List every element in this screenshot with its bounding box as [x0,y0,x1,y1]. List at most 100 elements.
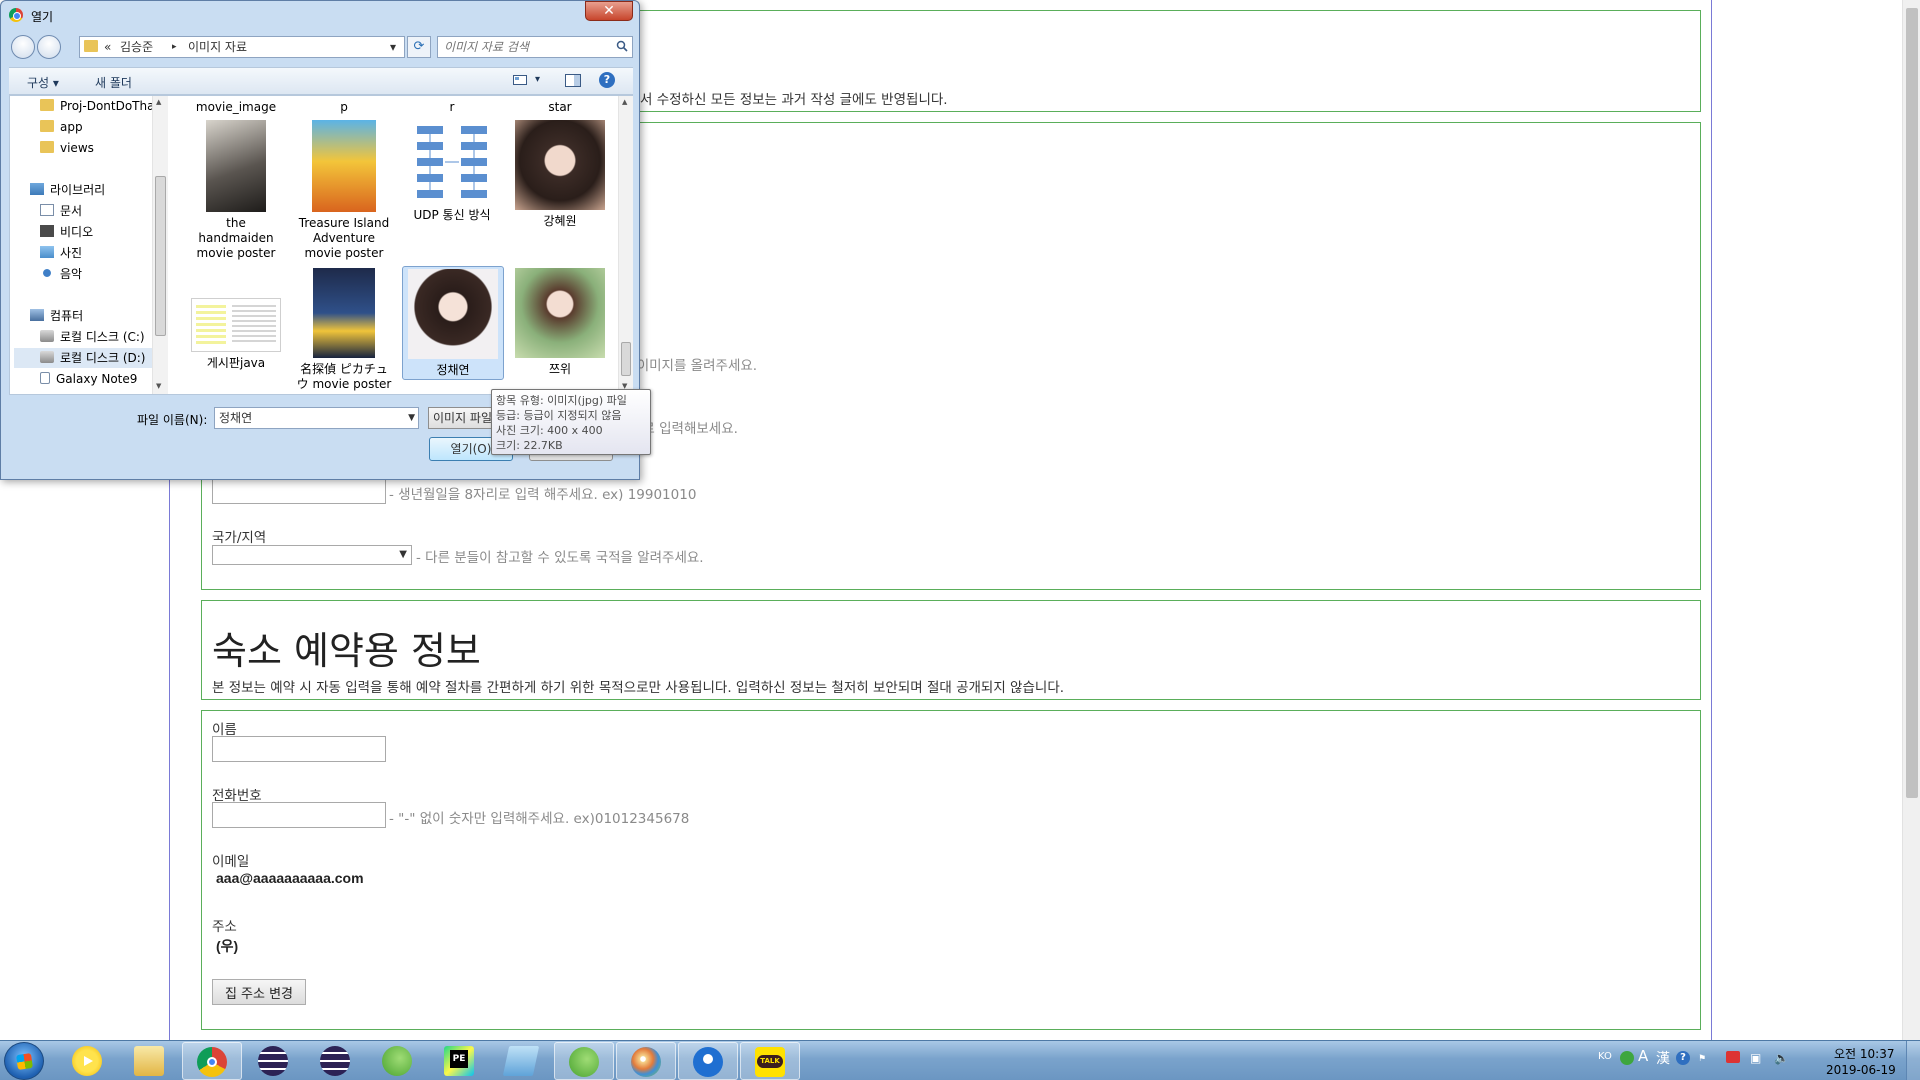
start-button[interactable] [4,1042,44,1080]
file-name-label: 파일 이름(N): [137,413,208,427]
scroll-up-arrow-icon[interactable]: ▲ [622,98,627,106]
dialog-body: Proj-DontDoTha app views 라이브러리 문서 비디오 사진… [9,95,633,395]
paint-icon[interactable] [616,1042,676,1080]
file-item[interactable]: the handmaiden movie poster [188,120,284,261]
kakaotalk-icon[interactable]: TALK [740,1042,800,1080]
page-scrollbar[interactable] [1902,0,1920,1040]
tree-item-proj[interactable]: Proj-DontDoTha [40,96,154,116]
search-input[interactable] [444,37,614,57]
pycharm-icon[interactable]: PE [430,1042,490,1080]
ime-a-icon[interactable]: A [1638,1047,1648,1065]
file-item[interactable]: 게시판java [188,268,284,371]
scroll-down-arrow-icon[interactable]: ▼ [156,382,161,390]
scroll-up-arrow-icon[interactable]: ▲ [156,98,161,106]
folder-icon [40,120,54,132]
file-item-selected[interactable]: 정채연 [402,266,504,380]
new-folder-button[interactable]: 새 폴더 [95,74,132,91]
image-thumbnail [515,120,605,210]
input-method-icon[interactable] [1620,1051,1634,1065]
back-button[interactable] [11,35,35,59]
dialog-titlebar[interactable]: 열기 ✕ [1,1,639,29]
view-options-icon[interactable] [513,74,527,89]
photo-hint: 는 이미지를 올려주세요. [620,358,758,374]
volume-icon[interactable]: 🔈 [1774,1051,1789,1065]
scrollbar-thumb[interactable] [155,176,166,336]
chevron-down-icon[interactable]: ▼ [408,408,415,428]
name-input[interactable] [212,736,386,762]
image-thumbnail [206,120,266,212]
chevron-down-icon[interactable]: ⚑ [1698,1054,1706,1064]
breadcrumb-segment[interactable]: 이미지 자료 [188,37,247,57]
document-icon [40,204,54,216]
file-item[interactable]: 名探偵 ピカチュウ movie poster [296,268,392,392]
eclipse-icon[interactable] [244,1042,304,1080]
tree-item-videos[interactable]: 비디오 [40,222,93,242]
picture-icon [40,246,54,258]
folder-item-r[interactable]: r [404,100,500,115]
tree-item-libraries[interactable]: 라이브러리 [30,180,105,200]
action-center-icon[interactable] [1726,1051,1740,1063]
tree-item-app[interactable]: app [40,117,83,137]
refresh-icon[interactable]: ⟳ [407,36,431,58]
spring-tool-suite-icon[interactable] [368,1042,428,1080]
preview-pane-icon[interactable] [565,74,581,90]
library-icon [30,183,44,195]
notepad-icon[interactable] [492,1042,552,1080]
eclipse-2-icon[interactable] [306,1042,366,1080]
folder-item-p[interactable]: p [296,100,392,115]
file-explorer-icon[interactable] [120,1042,180,1080]
tree-item-computer[interactable]: 컴퓨터 [30,306,83,326]
search-icon[interactable] [616,40,628,52]
clock-date[interactable]: 2019-06-19 [1826,1063,1896,1077]
spring-tool-suite-2-icon[interactable] [554,1042,614,1080]
birthdate-input[interactable] [212,478,386,504]
tree-scrollbar[interactable]: ▲ ▼ [152,96,168,394]
organize-menu[interactable]: 구성 ▾ [27,74,59,91]
tree-item-music[interactable]: 음악 [40,264,82,284]
file-name-input[interactable]: 정채연 ▼ [214,407,419,429]
address-chevron[interactable]: « [104,37,111,57]
help-icon[interactable]: ? [1676,1051,1690,1065]
file-item[interactable]: UDP 통신 방식 [404,120,500,223]
file-item[interactable]: Treasure Island Adventure movie poster [296,120,392,261]
tree-item-galaxy-note9[interactable]: Galaxy Note9 [40,369,137,389]
change-address-button[interactable]: 집 주소 변경 [212,979,306,1005]
file-grid-scrollbar[interactable]: ▲ ▼ [618,96,633,394]
address-dropdown-icon[interactable]: ▾ [390,37,396,57]
profile-description: 서 수정하신 모든 정보는 과거 작성 글에도 반영됩니다. [640,92,948,108]
phone-input[interactable] [212,802,386,828]
folder-icon [40,99,54,111]
language-indicator[interactable]: KO [1598,1051,1612,1062]
breadcrumb-separator-icon[interactable]: ▸ [172,37,177,57]
maps-pin-icon[interactable] [678,1042,738,1080]
email-value: aaa@aaaaaaaaaa.com [216,870,364,886]
media-player-icon[interactable] [58,1042,118,1080]
ime-hanja-icon[interactable]: 漢 [1656,1048,1670,1068]
forward-button[interactable] [37,35,61,59]
file-item[interactable]: 쯔위 [512,268,608,377]
help-icon[interactable]: ? [599,72,615,88]
file-item[interactable]: 강혜원 [512,120,608,229]
image-thumbnail [312,120,376,212]
close-button[interactable]: ✕ [585,1,633,21]
tree-item-documents[interactable]: 문서 [40,201,82,221]
search-box[interactable] [437,36,633,58]
tree-item-drive-d[interactable]: 로컬 디스크 (D:) [14,348,152,368]
file-info-tooltip: 항목 유형: 이미지(jpg) 파일 등급: 등급이 지정되지 않음 사진 크기… [491,389,651,455]
tree-item-pictures[interactable]: 사진 [40,243,82,263]
network-icon[interactable]: ▣ [1750,1051,1761,1065]
scrollbar-thumb[interactable] [1906,8,1918,798]
view-dropdown-icon[interactable]: ▾ [535,74,540,85]
folder-item-movie-image[interactable]: movie_image [188,100,284,115]
clock-time[interactable]: 오전 10:37 [1834,1045,1894,1062]
scrollbar-thumb[interactable] [621,342,631,376]
folder-item-star[interactable]: star [512,100,608,115]
breadcrumb-segment[interactable]: 김승준 [120,37,153,57]
tree-item-views[interactable]: views [40,138,94,158]
address-bar[interactable]: « 김승준 ▸ 이미지 자료 ▾ [79,36,405,58]
tree-item-drive-c[interactable]: 로컬 디스크 (C:) [40,327,145,347]
country-select[interactable]: ▼ [212,545,412,565]
chrome-icon[interactable] [182,1042,242,1080]
show-desktop-button[interactable] [1906,1041,1920,1080]
video-icon [40,225,54,237]
